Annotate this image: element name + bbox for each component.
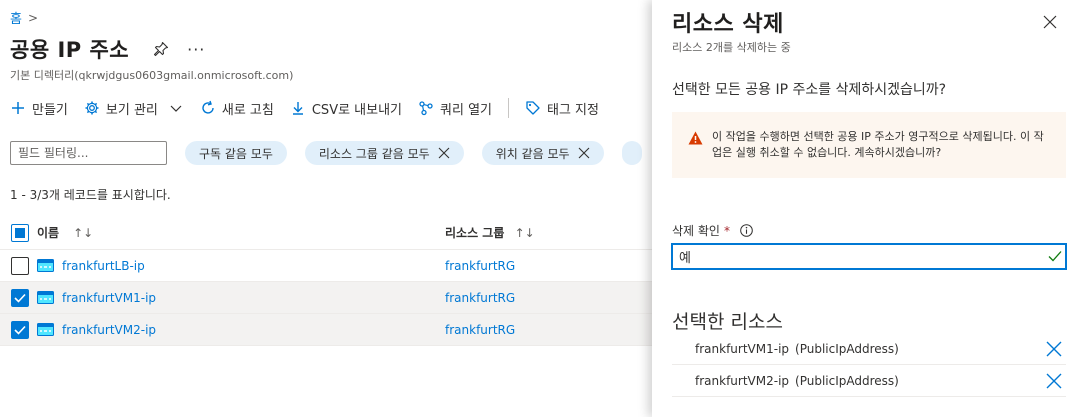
command-bar: 만들기 보기 관리 새로 고침 CSV로 내보내기 쿼리 열기 태그 지정: [10, 97, 615, 119]
filter-pill-resource-group[interactable]: 리소스 그룹 같음 모두: [304, 141, 464, 165]
public-ip-list-blade: 홈 > 공용 IP 주소 ··· 기본 디렉터리(qkrwjdgus0603gm…: [0, 0, 652, 417]
warning-text: 이 작업을 수행하면 선택한 공용 IP 주소가 영구적으로 삭제됩니다. 이 …: [712, 130, 1044, 159]
selected-resource-type: (PublicIpAddress): [795, 373, 899, 388]
resource-group-link[interactable]: frankfurtRG: [445, 259, 515, 273]
manage-view-label: 보기 관리: [105, 102, 158, 118]
grid-header: 이름 ↑↓ 리소스 그룹 ↑↓: [0, 216, 652, 250]
toolbar-divider: [508, 98, 509, 118]
filter-pill-location[interactable]: 위치 같음 모두: [481, 141, 604, 165]
plus-icon: [12, 102, 24, 114]
column-header-name[interactable]: 이름 ↑↓: [37, 224, 445, 241]
more-options-icon[interactable]: ···: [187, 40, 205, 59]
refresh-button[interactable]: 새로 고침: [200, 99, 274, 118]
public-ip-icon: [37, 291, 54, 304]
checkmark-icon: [14, 293, 26, 303]
panel-subtitle: 리소스 2개를 삭제하는 중: [672, 41, 791, 54]
checkmark-icon: [14, 325, 26, 335]
delete-resources-panel: 리소스 삭제 리소스 2개를 삭제하는 중 선택한 모든 공용 IP 주소를 삭…: [652, 0, 1076, 417]
selected-resource-name: frankfurtVM1-ip: [695, 341, 790, 356]
filter-pill-subscription[interactable]: 구독 같음 모두: [185, 141, 287, 165]
close-icon[interactable]: [578, 147, 590, 159]
create-label: 만들기: [32, 102, 68, 118]
pin-icon[interactable]: [153, 41, 169, 57]
column-name-label: 이름: [37, 226, 60, 240]
page-title: 공용 IP 주소: [10, 38, 130, 62]
resource-group-link[interactable]: frankfurtRG: [445, 323, 515, 337]
gear-icon: [85, 101, 99, 115]
directory-subtitle: 기본 디렉터리(qkrwjdgus0603gmail.onmicrosoft.c…: [10, 69, 294, 82]
column-header-resource-group[interactable]: 리소스 그룹 ↑↓: [445, 224, 645, 241]
table-row[interactable]: frankfurtVM1-ip frankfurtRG: [0, 282, 652, 314]
breadcrumb: 홈 >: [10, 8, 39, 28]
export-csv-label: CSV로 내보내기: [311, 102, 403, 118]
assign-tags-button[interactable]: 태그 지정: [525, 99, 599, 118]
delete-question: 선택한 모든 공용 IP 주소를 삭제하시겠습니까?: [672, 82, 947, 98]
resource-name-link[interactable]: frankfurtVM2-ip: [62, 323, 156, 337]
download-icon: [292, 102, 303, 115]
confirm-label-text: 삭제 확인: [672, 224, 720, 238]
assign-tags-label: 태그 지정: [547, 102, 599, 118]
selected-resource-name: frankfurtVM2-ip: [695, 373, 790, 388]
create-button[interactable]: 만들기: [10, 99, 68, 118]
export-csv-button[interactable]: CSV로 내보내기: [290, 99, 402, 118]
close-icon[interactable]: [438, 147, 450, 159]
selected-resource-item: frankfurtVM2-ip (PublicIpAddress): [672, 365, 1066, 397]
warning-banner: 이 작업을 수행하면 선택한 공용 IP 주소가 영구적으로 삭제됩니다. 이 …: [672, 112, 1066, 178]
checkmark-icon: [1048, 251, 1062, 262]
selected-resource-item: frankfurtVM1-ip (PublicIpAddress): [672, 333, 1066, 365]
confirm-field-label: 삭제 확인 *: [672, 222, 753, 239]
selected-resources-title: 선택한 리소스: [672, 311, 783, 333]
tag-icon: [526, 101, 540, 115]
query-icon: [419, 101, 433, 116]
open-query-label: 쿼리 열기: [440, 102, 492, 118]
filter-pill-label: 구독 같음 모두: [199, 146, 273, 161]
remove-icon[interactable]: [1046, 341, 1062, 357]
row-checkbox[interactable]: [11, 256, 29, 275]
filter-pill-label: 리소스 그룹 같음 모두: [318, 146, 430, 161]
resource-name-link[interactable]: frankfurtLB-ip: [62, 259, 145, 273]
resource-group-link[interactable]: frankfurtRG: [445, 291, 515, 305]
row-checkbox[interactable]: [11, 320, 29, 339]
resource-name-link[interactable]: frankfurtVM1-ip: [62, 291, 156, 305]
breadcrumb-home-link[interactable]: 홈: [10, 8, 22, 27]
filter-pill-add[interactable]: [621, 141, 642, 165]
manage-view-button[interactable]: 보기 관리: [84, 99, 184, 118]
filter-input[interactable]: [10, 141, 167, 165]
required-mark: *: [723, 223, 730, 238]
table-row[interactable]: frankfurtVM2-ip frankfurtRG: [0, 314, 652, 346]
remove-icon[interactable]: [1046, 373, 1062, 389]
table-row[interactable]: frankfurtLB-ip frankfurtRG: [0, 250, 652, 282]
public-ip-icon: [37, 323, 54, 336]
refresh-icon: [202, 100, 214, 114]
chevron-down-icon: [170, 105, 182, 112]
filter-bar: 구독 같음 모두 리소스 그룹 같음 모두 위치 같음 모두: [10, 141, 642, 165]
warning-icon: [688, 131, 703, 145]
select-all-checkbox[interactable]: [11, 223, 29, 242]
record-count: 1 - 3/3개 레코드를 표시합니다.: [10, 188, 171, 202]
filter-pill-label: 위치 같음 모두: [495, 146, 570, 161]
open-query-button[interactable]: 쿼리 열기: [418, 99, 492, 118]
delete-confirm-input[interactable]: [671, 243, 1067, 270]
refresh-label: 새로 고침: [221, 102, 274, 118]
sort-icon: ↑↓: [514, 226, 535, 240]
row-checkbox[interactable]: [11, 288, 29, 307]
selected-resource-type: (PublicIpAddress): [795, 341, 899, 356]
close-icon[interactable]: [1043, 15, 1057, 29]
chevron-right-icon: >: [27, 10, 39, 25]
sort-icon: ↑↓: [73, 225, 94, 240]
public-ip-icon: [37, 259, 54, 272]
panel-title: 리소스 삭제: [672, 12, 784, 37]
info-icon[interactable]: [740, 224, 753, 237]
resource-grid: 이름 ↑↓ 리소스 그룹 ↑↓ frankfurtLB-ip frankfurt…: [0, 216, 652, 346]
column-rg-label: 리소스 그룹: [445, 226, 505, 240]
